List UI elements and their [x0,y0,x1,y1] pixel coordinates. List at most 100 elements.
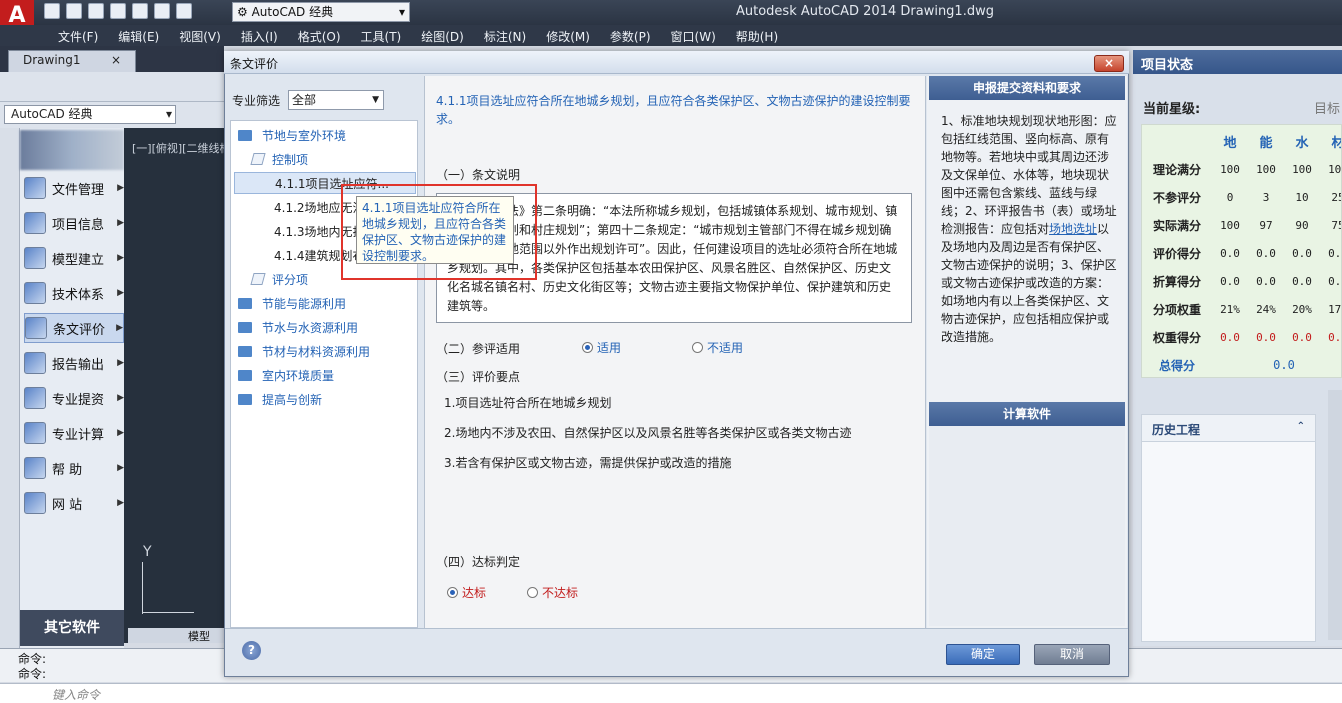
menu-item[interactable]: 参数(P) [600,25,661,46]
menu-item[interactable]: 窗口(W) [661,25,726,46]
ok-button[interactable]: 确定 [946,644,1020,665]
cancel-button[interactable]: 取消 [1034,644,1110,665]
tree-item-label: 评分项 [272,272,309,287]
menu-item[interactable]: 格式(O) [288,25,351,46]
save-as-icon[interactable] [110,3,126,19]
row-label: 不参评分 [1152,190,1201,205]
tree-item[interactable]: 室内环境质量 [234,364,416,386]
history-projects-header[interactable]: 历史工程 ⌃ [1141,414,1316,442]
section-judgement-heading: （四）达标判定 [436,555,521,569]
tab-model[interactable]: 模型 [128,628,224,643]
tree-item[interactable]: 提高与创新 [234,388,416,410]
nav-item[interactable]: 模型建立 ▶ [24,243,124,273]
table-row: 理论满分 100 100 100 100 [1142,155,1342,183]
clause-title: 4.1.1项目选址应符合所在地城乡规划，且应符合各类保护区、文物古迹保护的建设控… [436,94,911,126]
menu-item[interactable]: 编辑(E) [108,25,169,46]
table-cell: 100 [1220,162,1240,176]
radio-fail[interactable]: 不达标 [527,584,578,601]
nav-item-label: 模型建立 [52,252,105,268]
table-cell: 0.0 [1292,330,1312,344]
command-input[interactable] [0,683,1342,703]
site-selection-link[interactable]: 场地选址 [1049,222,1097,236]
undo-icon[interactable] [154,3,170,19]
history-label: 历史工程 [1152,423,1201,437]
table-cell: 17% [1328,302,1342,316]
tab-drawing1[interactable]: Drawing1 × [8,50,136,72]
table-row: 实际满分 100 97 90 75 [1142,211,1341,239]
gear-icon [24,282,46,304]
window-title: Autodesk AutoCAD 2014 Drawing1.dwg [736,4,994,19]
nav-item[interactable]: 技术体系 ▶ [24,278,124,308]
row-label: 分项权重 [1152,302,1201,317]
total-value: 0.0 [1273,358,1295,372]
other-software-button[interactable]: 其它软件 [20,610,124,646]
menu-item[interactable]: 帮助(H) [726,25,788,46]
workspace-dropdown[interactable]: ⚙ AutoCAD 经典 ▾ [232,2,410,22]
tree-item-label: 节地与室外环境 [262,128,347,143]
menu-item[interactable]: 工具(T) [351,25,412,46]
new-icon[interactable] [44,3,60,19]
workspace-select[interactable]: AutoCAD 经典 ▾ [4,105,176,124]
open-icon[interactable] [66,3,82,19]
radio-not-applicable[interactable]: 不适用 [692,339,743,356]
menu-item[interactable]: 标注(N) [474,25,536,46]
tree-item[interactable]: 节地与室外环境 [234,124,416,146]
score-table: 地 能 水材理论满分 100 100 100 100 不参评分 0 3 10 25 实际满分 100 97 9… [1141,124,1342,378]
collapse-icon[interactable]: ⌃ [1297,421,1305,432]
table-cell: 0.0 [1328,330,1342,344]
drawing-canvas[interactable] [124,128,224,643]
nav-item[interactable]: 文件管理 ▶ [24,173,124,203]
table-cell: 0.0 [1256,274,1276,288]
menu-item[interactable]: 文件(F) [48,25,108,46]
tree-item[interactable]: 节能与能源利用 [234,292,416,314]
nav-item[interactable]: 帮 助 ▶ [24,453,124,483]
print-icon[interactable] [132,3,148,19]
menu-item[interactable]: 插入(I) [231,25,288,46]
tree-item[interactable]: 节材与材料资源利用 [234,340,416,362]
nav-item[interactable]: 报告输出 ▶ [24,348,124,378]
filter-value: 全部 [292,93,317,107]
radio-fail-label: 不达标 [542,586,579,600]
draw-toolbar [0,128,20,648]
row-label: 实际满分 [1152,218,1201,233]
table-row: 权重得分 0.0 0.0 0.0 0.0 [1142,323,1342,351]
radio-not-applicable-label: 不适用 [707,341,744,355]
row-label: 折算得分 [1152,274,1201,289]
dialog-close-button[interactable]: × [1094,55,1124,72]
printer-icon [24,387,46,409]
table-cell: 100 [1292,162,1312,176]
nav-item[interactable]: 专业计算 ▶ [24,418,124,448]
nav-banner-image [20,130,124,170]
radio-applicable[interactable]: 适用 [582,339,621,356]
requirements-text: 1、标准地块规划现状地形图：应包括红线范围、竖向标高、原有地物等。若地块中或其周… [941,112,1119,346]
filter-select[interactable]: 全部 ▼ [288,90,384,110]
table-cell: 24% [1256,302,1276,316]
column-header: 水 [1295,135,1309,151]
category-icon [250,273,266,285]
radio-dot-icon [527,587,538,598]
save-icon[interactable] [88,3,104,19]
menu-item[interactable]: 视图(V) [169,25,231,46]
nav-item-label: 项目信息 [52,217,105,233]
nav-item[interactable]: 网 站 ▶ [24,488,124,518]
table-cell: 0.0 [1220,274,1240,288]
nav-item-label: 专业提资 [52,392,105,408]
help-icon[interactable]: ? [242,641,261,660]
table-cell: 0.0 [1292,246,1312,260]
menu-item[interactable]: 绘图(D) [411,25,474,46]
ucs-y-label: Y [143,544,152,560]
redo-icon[interactable] [176,3,192,19]
table-cell: 100 [1328,162,1342,176]
radio-pass[interactable]: 达标 [447,584,486,601]
tree-item[interactable]: 节水与水资源利用 [234,316,416,338]
close-icon[interactable]: × [111,53,121,67]
nav-item[interactable]: 条文评价 ▶ [24,313,124,343]
nav-item[interactable]: 专业提资 ▶ [24,383,124,413]
tab-label: Drawing1 [23,53,81,67]
tree-item[interactable]: 控制项 [234,148,416,170]
calc-software-header: 计算软件 [929,402,1125,426]
tree-item-label: 提高与创新 [262,392,323,407]
nav-item[interactable]: 项目信息 ▶ [24,208,124,238]
menu-item[interactable]: 修改(M) [536,25,600,46]
viewport-label[interactable]: [一][俯视][二维线框] [132,140,235,156]
